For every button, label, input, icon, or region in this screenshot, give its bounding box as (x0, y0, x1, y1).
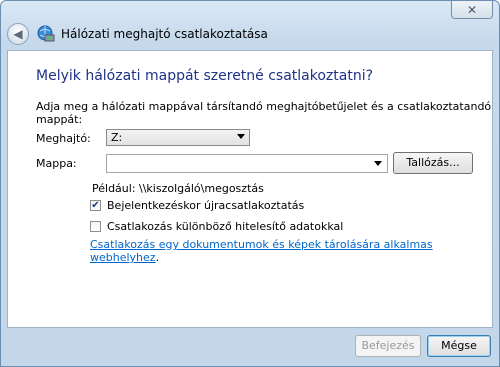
folder-input[interactable] (107, 155, 368, 172)
dialog-footer: Befejezés Mégse (1, 328, 499, 366)
drive-select-value: Z: (111, 131, 123, 144)
credentials-label: Csatlakozás különböző hitelesítő adatokk… (107, 220, 344, 233)
folder-combobox[interactable] (106, 154, 388, 173)
website-link-row: Csatlakozás egy dokumentumok és képek tá… (90, 238, 492, 264)
example-path-text: Például: \\kiszolgáló\megosztás (92, 182, 264, 195)
link-suffix: . (155, 251, 160, 264)
credentials-option[interactable]: Csatlakozás különböző hitelesítő adatokk… (90, 220, 343, 233)
content-panel: Melyik hálózati mappát szeretné csatlako… (7, 50, 493, 328)
folder-label: Mappa: (36, 157, 77, 170)
close-button[interactable]: ✕ (451, 1, 493, 19)
dialog-window: ✕ ◀ Hálózati meghajtó csatlakoztatása Me… (0, 0, 500, 367)
cancel-button[interactable]: Mégse (427, 335, 491, 357)
drive-select[interactable]: Z: (106, 129, 250, 146)
chevron-down-icon[interactable] (374, 161, 382, 166)
window-title: Hálózati meghajtó csatlakoztatása (61, 27, 268, 41)
reconnect-checkbox[interactable]: ✔ (90, 200, 101, 211)
instruction-text: Adja meg a hálózati mappával társítandó … (36, 100, 492, 126)
finish-button[interactable]: Befejezés (355, 335, 421, 357)
title-bar: ◀ Hálózati meghajtó csatlakoztatása (7, 21, 493, 47)
reconnect-label: Bejelentkezéskor újracsatlakoztatás (107, 199, 305, 212)
back-button[interactable]: ◀ (7, 23, 29, 45)
close-icon: ✕ (466, 2, 478, 17)
website-link[interactable]: Csatlakozás egy dokumentumok és képek tá… (90, 238, 433, 264)
network-drive-icon (37, 25, 55, 43)
browse-button[interactable]: Tallózás... (393, 152, 473, 174)
reconnect-option[interactable]: ✔ Bejelentkezéskor újracsatlakoztatás (90, 199, 304, 212)
chevron-down-icon (237, 134, 245, 139)
credentials-checkbox[interactable] (90, 221, 101, 232)
page-heading: Melyik hálózati mappát szeretné csatlako… (36, 68, 374, 84)
drive-label: Meghajtó: (36, 132, 91, 145)
back-arrow-icon: ◀ (13, 27, 23, 41)
